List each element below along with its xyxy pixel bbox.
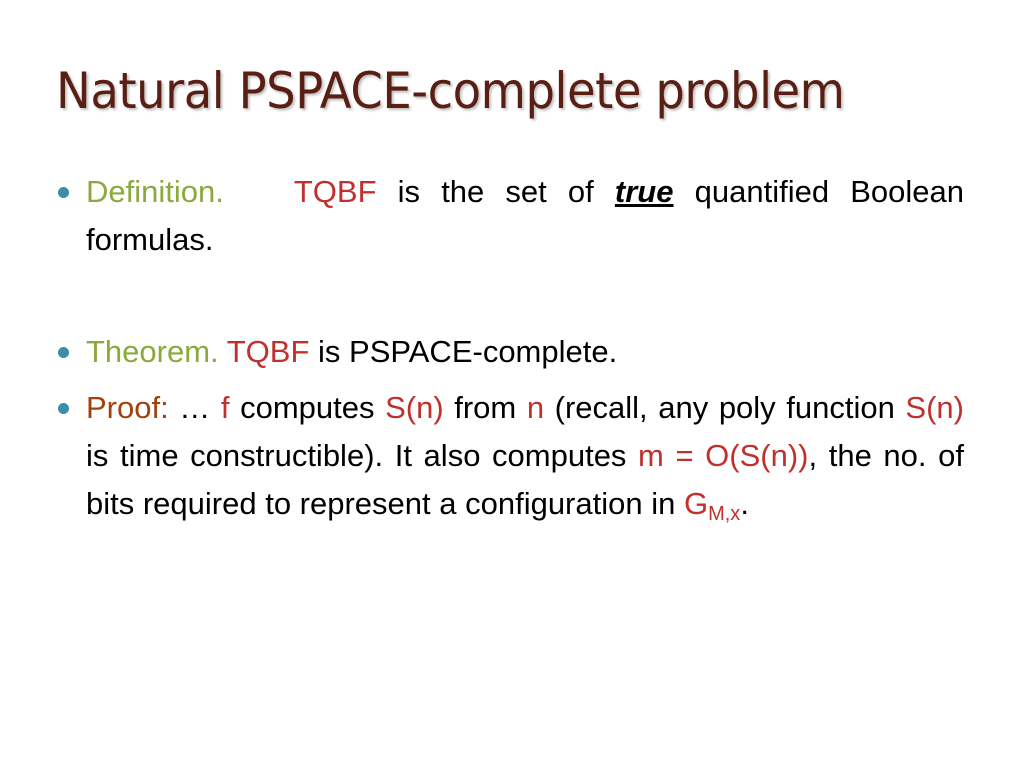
proof-text: . (740, 486, 749, 521)
bullet-list: Definition. TQBF is the set of true quant… (56, 168, 964, 538)
definition-text-1: is the set of (376, 174, 615, 209)
proof-bullet: Proof: … f computes S(n) from n (recall,… (56, 384, 964, 538)
theorem-label: Theorem. (86, 334, 219, 369)
definition-label: Definition. (86, 174, 224, 209)
bullet-dot-icon (58, 347, 69, 358)
slide-title: Natural PSPACE-complete problem (56, 62, 845, 120)
proof-text: … (168, 390, 221, 425)
graph-symbol: GM,x (683, 486, 740, 525)
tqbf-term: TQBF (293, 174, 377, 209)
sn-symbol: S(n) (905, 390, 964, 425)
bullet-dot-icon (58, 403, 69, 414)
n-symbol: n (526, 390, 545, 425)
proof-text: from (443, 390, 527, 425)
proof-label: Proof: (86, 390, 169, 425)
theorem-bullet: Theorem. TQBF is PSPACE-complete. (56, 328, 964, 376)
bullet-dot-icon (58, 187, 69, 198)
tqbf-term: TQBF (226, 334, 310, 369)
sn-symbol: S(n) (385, 390, 444, 425)
proof-text: (recall, any poly function (544, 390, 906, 425)
true-emphasis: true (614, 174, 674, 209)
definition-bullet: Definition. TQBF is the set of true quant… (56, 168, 964, 264)
graph-letter: G (683, 486, 709, 521)
m-expression: m = O(S(n)) (638, 438, 809, 473)
proof-text: computes (229, 390, 386, 425)
theorem-text: is PSPACE-complete. (309, 334, 618, 369)
f-symbol: f (220, 390, 230, 425)
proof-text: is time constructible). It also computes (86, 438, 639, 473)
graph-subscript: M,x (708, 503, 741, 525)
